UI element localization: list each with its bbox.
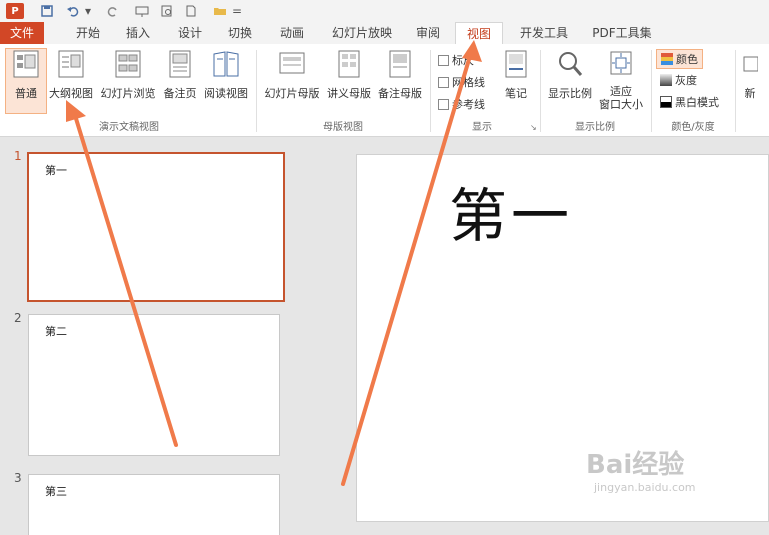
tab-transitions[interactable]: 切换	[222, 22, 258, 44]
slide-thumbnail-panel: 1 第一 2 第二 3 第三	[0, 137, 300, 535]
guides-label: 参考线	[452, 98, 485, 111]
quick-access-toolbar: P ▾ =	[0, 0, 769, 22]
gridlines-checkbox[interactable]: 网格线	[438, 74, 485, 90]
ribbon-view: 普通 大纲视图 幻灯片浏览 备注页 阅读视图 演示文稿视图 幻灯片母版 讲义母版…	[0, 44, 769, 137]
grayscale-label: 灰度	[675, 74, 697, 87]
show-dialog-launcher-icon[interactable]: ↘	[530, 123, 537, 132]
group-separator	[735, 50, 736, 132]
undo-icon[interactable]	[66, 3, 80, 19]
slide-number: 1	[14, 149, 22, 163]
grayscale-button[interactable]: 灰度	[660, 72, 697, 88]
tab-slideshow[interactable]: 幻灯片放映	[326, 22, 398, 44]
slide-editor: 第一	[300, 137, 769, 522]
notes-page-button[interactable]: 备注页	[160, 49, 200, 111]
customize-toolbar-icon[interactable]: =	[232, 3, 242, 19]
slide-title-text[interactable]: 第一	[449, 169, 573, 253]
slide-number: 3	[14, 471, 22, 485]
color-label: 颜色	[676, 53, 698, 66]
tab-design[interactable]: 设计	[172, 22, 208, 44]
tab-developer[interactable]: 开发工具	[514, 22, 574, 44]
normal-view-button[interactable]: 普通	[5, 48, 47, 114]
slide-sorter-button[interactable]: 幻灯片浏览	[97, 49, 159, 111]
group-separator	[430, 50, 431, 132]
grayscale-swatch-icon	[660, 74, 672, 86]
start-slideshow-icon[interactable]	[134, 3, 150, 19]
new-file-icon[interactable]	[184, 3, 198, 19]
slide-canvas[interactable]: 第一	[356, 154, 769, 522]
ribbon-tabs: 文件 开始 插入 设计 切换 动画 幻灯片放映 审阅 视图 开发工具 PDF工具…	[0, 22, 769, 45]
outline-view-label: 大纲视图	[49, 87, 93, 100]
slide-thumbnail-2[interactable]: 第二	[28, 314, 280, 456]
tab-insert[interactable]: 插入	[120, 22, 156, 44]
group-separator	[256, 50, 257, 132]
reading-view-label: 阅读视图	[204, 87, 248, 100]
thumbnail-text: 第三	[45, 485, 67, 498]
baidu-jingyan-watermark: Bai经验 jingyan.baidu.com	[586, 444, 696, 494]
slide-number: 2	[14, 311, 22, 325]
undo-dropdown-icon[interactable]: ▾	[84, 3, 92, 19]
slide-master-label: 幻灯片母版	[264, 87, 320, 100]
show-group-label: 显示	[472, 122, 492, 133]
black-white-swatch-icon	[660, 96, 672, 108]
guides-checkbox[interactable]: 参考线	[438, 96, 485, 112]
tab-review[interactable]: 审阅	[410, 22, 446, 44]
group-separator	[540, 50, 541, 132]
new-window-button[interactable]: 新	[740, 49, 760, 111]
fit-line-1: 适应	[610, 85, 632, 98]
fit-to-window-button[interactable]: 适应 窗口大小	[596, 49, 646, 111]
tab-view[interactable]: 视图	[455, 22, 503, 45]
watermark-url: jingyan.baidu.com	[594, 481, 696, 494]
slide-thumbnail-1[interactable]: 第一	[27, 152, 285, 302]
master-views-group-label: 母版视图	[323, 122, 363, 133]
tab-home[interactable]: 开始	[70, 22, 106, 44]
slide-master-button[interactable]: 幻灯片母版	[261, 49, 323, 111]
group-separator	[651, 50, 652, 132]
reading-view-button[interactable]: 阅读视图	[201, 49, 251, 111]
thumbnail-text: 第一	[45, 164, 67, 177]
presentation-views-group-label: 演示文稿视图	[99, 122, 159, 133]
tab-pdf-tools[interactable]: PDF工具集	[586, 22, 658, 44]
normal-view-label: 普通	[15, 87, 37, 100]
color-mode-button[interactable]: 颜色	[656, 49, 703, 69]
thumbnail-text: 第二	[45, 325, 67, 338]
open-folder-icon[interactable]	[212, 3, 228, 19]
ruler-label: 标尺	[452, 54, 474, 67]
tab-animations[interactable]: 动画	[274, 22, 310, 44]
handout-master-label: 讲义母版	[327, 87, 371, 100]
notes-master-label: 备注母版	[378, 87, 422, 100]
handout-master-button[interactable]: 讲义母版	[324, 49, 374, 111]
zoom-label: 显示比例	[548, 87, 592, 100]
black-white-button[interactable]: 黑白模式	[660, 94, 719, 110]
watermark-brand: Bai经验	[586, 450, 685, 480]
zoom-button[interactable]: 显示比例	[545, 49, 595, 111]
slide-thumbnail-3[interactable]: 第三	[28, 474, 280, 535]
slide-sorter-label: 幻灯片浏览	[100, 87, 156, 100]
color-swatch-icon	[661, 53, 673, 65]
notes-button[interactable]: 笔记	[498, 49, 534, 111]
outline-view-button[interactable]: 大纲视图	[46, 49, 96, 111]
gridlines-label: 网格线	[452, 76, 485, 89]
tab-file[interactable]: 文件	[0, 22, 44, 44]
notes-master-button[interactable]: 备注母版	[375, 49, 425, 111]
print-preview-icon[interactable]	[160, 3, 174, 19]
notes-page-label: 备注页	[163, 87, 197, 100]
color-group-label: 颜色/灰度	[671, 122, 715, 133]
save-icon[interactable]	[40, 3, 54, 19]
black-white-label: 黑白模式	[675, 96, 719, 109]
fit-line-2: 窗口大小	[599, 98, 643, 111]
new-window-label: 新	[744, 87, 756, 100]
ruler-checkbox[interactable]: 标尺	[438, 52, 474, 68]
notes-label: 笔记	[505, 87, 527, 100]
zoom-group-label: 显示比例	[575, 122, 615, 133]
powerpoint-logo-icon: P	[6, 3, 24, 19]
redo-icon[interactable]	[106, 3, 120, 19]
fit-to-window-label: 适应 窗口大小	[596, 85, 646, 111]
